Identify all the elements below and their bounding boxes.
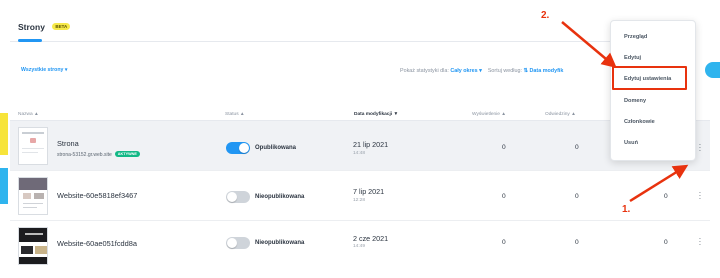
- arrow-to-kebab-menu: [629, 164, 689, 203]
- annotation-arrows: [561, 21, 689, 203]
- arrow-to-edit-settings: [561, 21, 617, 69]
